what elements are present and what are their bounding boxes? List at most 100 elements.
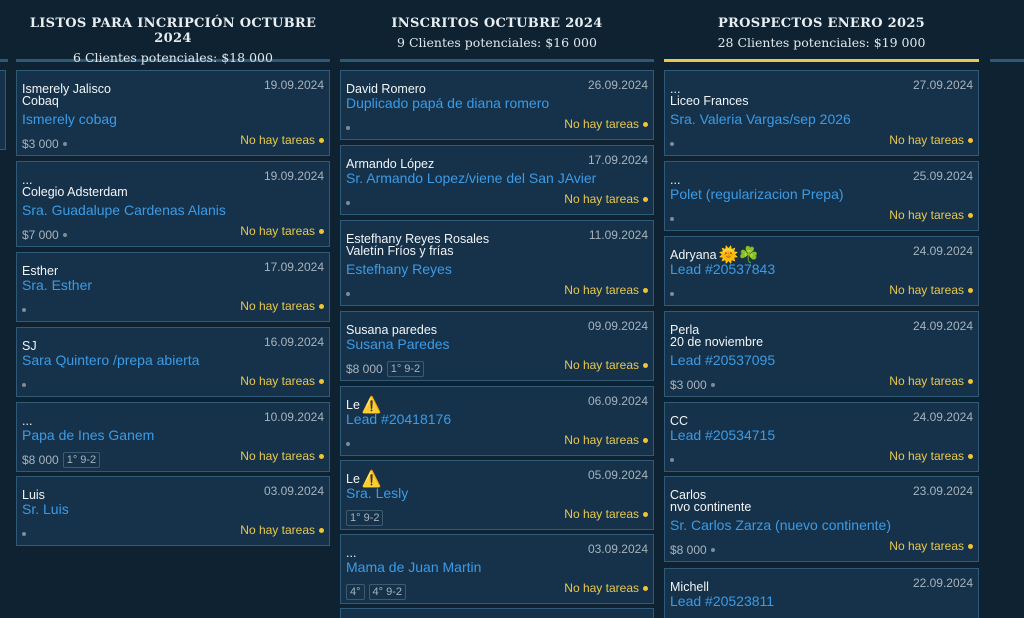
tasks-status: No hay tareas: [564, 192, 648, 206]
status-dot-icon: [346, 125, 350, 130]
lead-budget: $8 000: [670, 542, 707, 557]
tasks-label: No hay tareas: [889, 208, 964, 222]
lead-card[interactable]: Estefhany Reyes Rosales 11.09.2024 Valetí…: [340, 220, 654, 306]
column-header[interactable]: LISTOS PARA INCRIPCIÓN OCTUBRE 2024 6 Cl…: [16, 0, 330, 65]
lead-tag[interactable]: 1° 9-2: [346, 509, 384, 526]
lead-date: 03.09.2024: [263, 484, 324, 498]
lead-card[interactable]: ... 27.09.2024 Liceo Frances Sra. Valeria…: [664, 70, 979, 156]
lead-title-link[interactable]: Polet (regularizacion Prepa): [670, 185, 973, 204]
lead-title-link[interactable]: Sra. Guadalupe Cardenas Alanis: [22, 201, 324, 220]
lead-tag[interactable]: 4°: [346, 583, 365, 600]
contact-name: Le: [346, 472, 360, 486]
lead-card[interactable]: Ismerely Jalisco 19.09.2024 Cobaq Ismerel…: [16, 70, 330, 156]
column-summary: 28 Clientes potenciales: $19 000: [717, 35, 926, 50]
tasks-status: No hay tareas: [564, 581, 648, 595]
status-dot-icon: [22, 531, 26, 536]
tasks-status: No hay tareas: [240, 449, 324, 463]
lead-date: 17.09.2024: [263, 260, 324, 274]
tasks-status: No hay tareas: [240, 224, 324, 238]
tasks-status: No hay tareas: [240, 133, 324, 147]
lead-title-link[interactable]: Sra. Valeria Vargas/sep 2026: [670, 110, 973, 129]
contact-name: Armando López: [346, 157, 435, 171]
tasks-status: No hay tareas: [889, 449, 973, 463]
lead-tag[interactable]: 4° 9-2: [368, 583, 407, 600]
tasks-label: No hay tareas: [240, 224, 315, 238]
tasks-label: No hay tareas: [889, 374, 964, 388]
task-dot-icon: [319, 304, 324, 310]
lead-card[interactable]: ... 10.09.2024 Papa de Ines Ganem $8 000 1…: [16, 402, 330, 472]
contact-name: Michell: [670, 580, 709, 594]
lead-card[interactable]: SJ 16.09.2024 Sara Quintero /prepa abiert…: [16, 327, 330, 397]
tasks-label: No hay tareas: [240, 374, 315, 388]
lead-title-link[interactable]: Susana Paredes: [346, 335, 648, 354]
tasks-status: No hay tareas: [889, 133, 973, 147]
lead-title-link[interactable]: Estefhany Reyes: [346, 260, 648, 279]
lead-tag[interactable]: 1° 9-2: [386, 360, 425, 377]
lead-card[interactable]: David Romero 26.09.2024 Duplicado papá de…: [340, 70, 654, 140]
column-header[interactable]: PROSPECTOS ENERO 2025 28 Clientes potenc…: [664, 0, 979, 62]
lead-title-link[interactable]: Sr. Armando Lopez/viene del San JAvier: [346, 169, 648, 188]
lead-tag[interactable]: 1° 9-2: [62, 451, 101, 468]
lead-title-link[interactable]: Papa de Ines Ganem: [22, 426, 324, 445]
lead-budget: $3 000: [670, 377, 707, 392]
tasks-status: No hay tareas: [889, 374, 973, 388]
lead-card[interactable]: ... 25.09.2024 Polet (regularizacion Prep…: [664, 161, 979, 231]
contact-name: CC: [670, 414, 689, 428]
status-dot-icon: [22, 382, 26, 387]
lead-card[interactable]: ... 03.09.2024 Mama de Juan Martin 4° 4° 9…: [340, 534, 654, 604]
lead-card[interactable]: Perla 24.09.2024 20 de noviembre Lead #20…: [664, 311, 979, 397]
contact-name: ...: [346, 546, 357, 560]
lead-date: 11.09.2024: [588, 228, 648, 242]
lead-card[interactable]: Carlos 23.09.2024 nvo continente Sr. Carl…: [664, 476, 979, 562]
tasks-status: No hay tareas: [564, 507, 648, 521]
lead-card-partial[interactable]: [340, 608, 654, 618]
lead-title-link[interactable]: Lead #20523811: [670, 592, 973, 611]
lead-card[interactable]: Adryana 🌞☘️ 24.09.2024 Lead #20537843 No h…: [664, 236, 979, 306]
task-dot-icon: [968, 213, 973, 219]
sun-clover-emoji-icon: 🌞☘️: [718, 245, 759, 264]
task-dot-icon: [319, 138, 324, 144]
contact-name: Ismerely Jalisco: [22, 82, 111, 96]
lead-title-link[interactable]: Sr. Carlos Zarza (nuevo continente): [670, 516, 973, 535]
lead-title-link[interactable]: Duplicado papá de diana romero: [346, 94, 648, 113]
lead-date: 24.09.2024: [912, 244, 973, 258]
column-title: LISTOS PARA INCRIPCIÓN OCTUBRE 2024: [29, 16, 317, 46]
lead-title-link[interactable]: Sr. Luis: [22, 500, 324, 519]
lead-title-link[interactable]: Lead #20537843: [670, 260, 973, 279]
task-dot-icon: [319, 454, 324, 460]
tasks-label: No hay tareas: [564, 358, 639, 372]
status-dot-icon: [670, 216, 674, 221]
lead-card[interactable]: Esther 17.09.2024 Sra. Esther No hay tare…: [16, 252, 330, 322]
column-title: INSCRITOS OCTUBRE 2024: [391, 16, 603, 31]
column-header[interactable]: INSCRITOS OCTUBRE 2024 9 Clientes potenc…: [340, 0, 654, 62]
left-column-edge: [0, 59, 8, 62]
lead-title-link[interactable]: Mama de Juan Martin: [346, 558, 648, 577]
warning-icon: ⚠️: [361, 395, 382, 414]
lead-title-link[interactable]: Sara Quintero /prepa abierta: [22, 351, 324, 370]
column-title: PROSPECTOS ENERO 2025: [717, 16, 926, 31]
lead-card[interactable]: Le ⚠️ 05.09.2024 Sra. Lesly 1° 9-2 No hay t…: [340, 460, 654, 530]
lead-title-link[interactable]: Sra. Lesly: [346, 484, 648, 503]
task-dot-icon: [319, 528, 324, 534]
column-summary: 9 Clientes potenciales: $16 000: [397, 35, 597, 50]
lead-card[interactable]: Susana paredes 09.09.2024 Susana Paredes …: [340, 311, 654, 381]
contact-name: Luis: [22, 488, 45, 502]
lead-card[interactable]: Luis 03.09.2024 Sr. Luis No hay tareas: [16, 476, 330, 546]
lead-card[interactable]: ... 19.09.2024 Colegio Adsterdam Sra. Gua…: [16, 161, 330, 247]
lead-card[interactable]: CC 24.09.2024 Lead #20534715 No hay tarea…: [664, 402, 979, 472]
lead-date: 26.09.2024: [587, 78, 648, 92]
lead-title-link[interactable]: Lead #20534715: [670, 426, 973, 445]
lead-card[interactable]: Armando López 17.09.2024 Sr. Armando Lope…: [340, 145, 654, 215]
status-dot-icon: [62, 141, 67, 146]
task-dot-icon: [643, 586, 648, 592]
task-dot-icon: [968, 288, 973, 294]
lead-title-link[interactable]: Sra. Esther: [22, 276, 324, 295]
status-dot-icon: [22, 307, 26, 312]
status-dot-icon: [346, 441, 350, 446]
lead-title-link[interactable]: Lead #20537095: [670, 351, 973, 370]
lead-title-link[interactable]: Ismerely cobag: [22, 110, 324, 129]
lead-title-link[interactable]: Lead #20418176: [346, 410, 648, 429]
lead-date: 27.09.2024: [912, 78, 973, 92]
left-edge-card: [0, 70, 6, 150]
lead-card[interactable]: Le ⚠️ 06.09.2024 Lead #20418176 No hay tar…: [340, 386, 654, 456]
